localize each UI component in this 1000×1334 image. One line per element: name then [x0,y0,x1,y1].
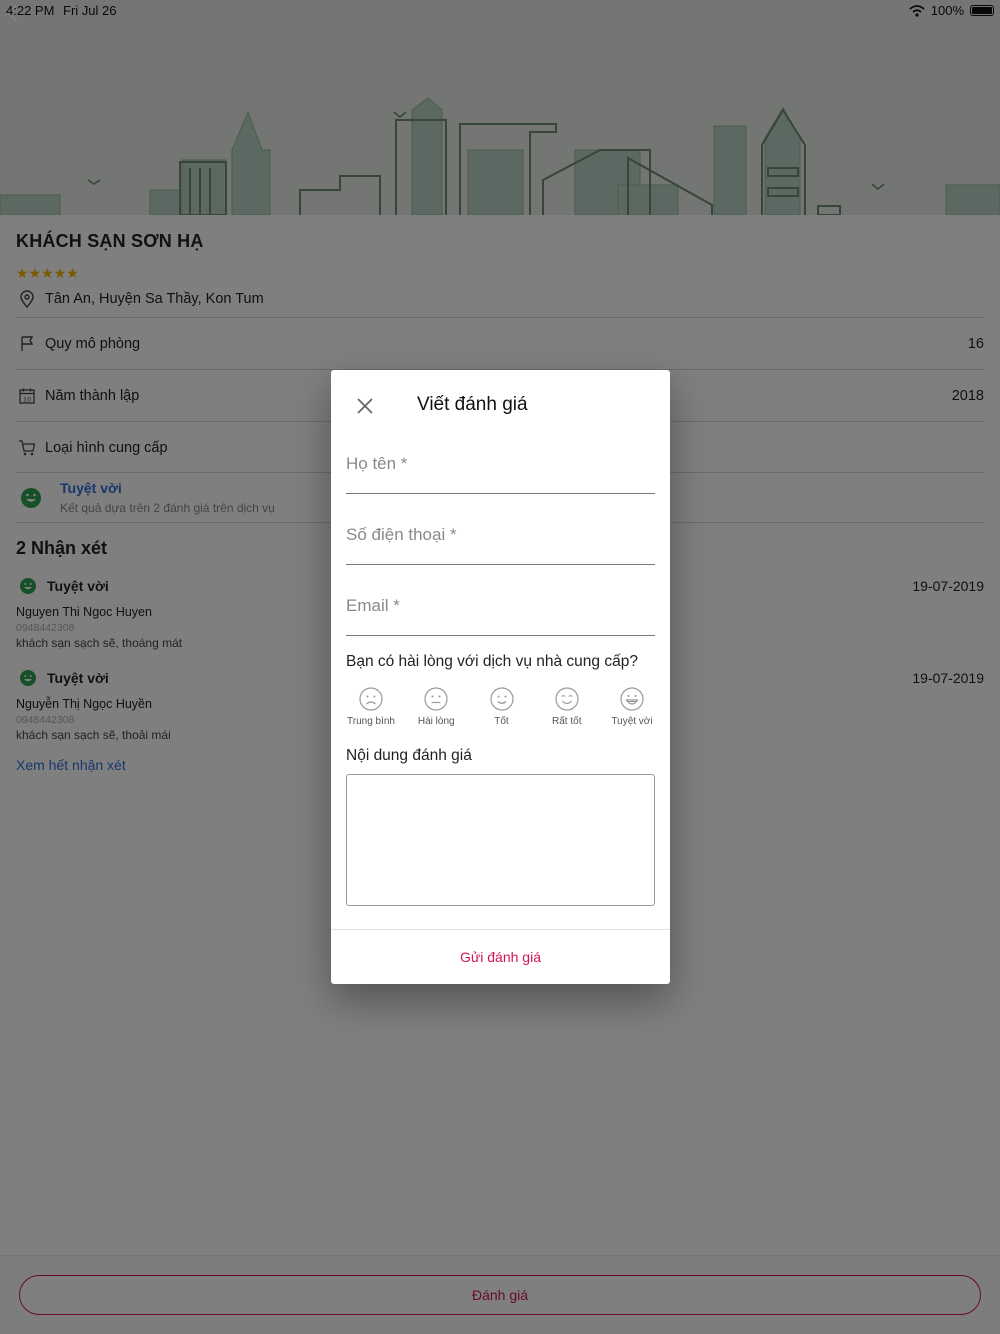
happy-face-outline-icon [555,687,579,711]
name-input[interactable] [346,444,655,474]
option-excellent[interactable]: Tuyệt vời [600,686,664,727]
option-good[interactable]: Tốt [470,686,534,727]
option-average[interactable]: Trung bình [339,686,403,727]
dialog-title: Viết đánh giá [417,394,528,415]
review-content-textarea[interactable] [346,774,655,906]
name-field-wrapper [346,444,655,494]
email-input[interactable] [346,586,655,616]
neutral-face-icon [424,687,448,711]
satisfaction-options: Trung bình Hài lòng Tốt Rất tốt Tuyệt vờ… [339,686,664,727]
option-label: Trung bình [347,716,395,727]
option-label: Rất tốt [552,716,582,727]
option-satisfied[interactable]: Hài lòng [404,686,468,727]
phone-input[interactable] [346,515,655,545]
option-label: Tuyệt vời [611,716,653,727]
close-icon[interactable] [353,394,377,418]
review-content-label: Nội dung đánh giá [346,747,472,764]
grin-face-icon [620,687,644,711]
email-field-wrapper [346,586,655,636]
phone-field-wrapper [346,515,655,565]
submit-review-button[interactable]: Gửi đánh giá [331,930,670,984]
satisfaction-question: Bạn có hài lòng với dịch vụ nhà cung cấp… [346,653,638,670]
smile-face-icon [489,687,514,711]
write-review-dialog: Viết đánh giá Bạn có hài lòng với dịch v… [331,370,670,984]
option-label: Hài lòng [417,716,455,727]
option-very-good[interactable]: Rất tốt [535,686,599,727]
sad-face-icon [359,687,383,711]
option-label: Tốt [494,716,509,727]
